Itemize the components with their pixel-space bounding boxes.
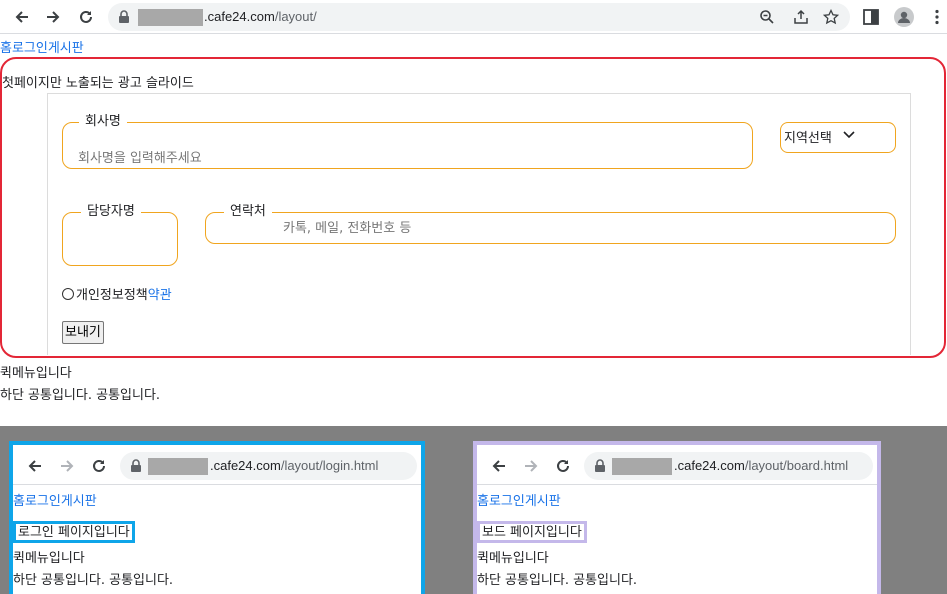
board-page-screenshot: .cafe24.com/layout/board.html 홈로그인게시판 보드… xyxy=(473,441,881,594)
board-url-text: .cafe24.com/layout/board.html xyxy=(674,458,849,473)
manager-name-field[interactable]: 담당자명 xyxy=(62,205,178,266)
star-icon[interactable] xyxy=(823,9,839,25)
nav-links[interactable]: 홈로그인게시판 xyxy=(0,37,84,56)
login-footer: 하단 공통입니다. 공통입니다. xyxy=(13,573,174,588)
address-bar[interactable]: .cafe24.com/layout/ xyxy=(108,3,850,31)
company-name-field[interactable]: 회사명 회사명을 입력해주세요 xyxy=(62,115,753,169)
login-url-text: .cafe24.com/layout/login.html xyxy=(210,458,379,473)
lock-icon xyxy=(595,459,605,472)
contact-legend: 연락처 xyxy=(224,205,272,219)
region-select[interactable]: 지역선택 xyxy=(780,122,896,153)
forward-icon[interactable] xyxy=(521,456,541,476)
reload-icon[interactable] xyxy=(553,456,573,476)
share-icon[interactable] xyxy=(793,9,809,25)
url-text: .cafe24.com/layout/ xyxy=(204,9,317,24)
send-button[interactable]: 보내기 xyxy=(62,321,104,344)
footer: 하단 공통입니다. 공통입니다. xyxy=(0,388,161,403)
quick-menu: 퀵메뉴입니다 xyxy=(0,366,72,381)
board-nav-links[interactable]: 홈로그인게시판 xyxy=(477,490,561,509)
redacted-domain xyxy=(138,9,203,26)
login-quick-menu: 퀵메뉴입니다 xyxy=(13,551,85,566)
back-icon[interactable] xyxy=(10,5,34,29)
contact-field[interactable]: 연락처 카톡, 메일, 전화번호 등 xyxy=(205,205,896,244)
reload-icon[interactable] xyxy=(89,456,109,476)
profile-icon[interactable] xyxy=(894,7,914,27)
back-icon[interactable] xyxy=(25,456,45,476)
browser-toolbar: .cafe24.com/layout/ xyxy=(0,0,947,34)
contact-placeholder: 카톡, 메일, 전화번호 등 xyxy=(283,221,412,236)
sidepanel-icon[interactable] xyxy=(862,8,880,26)
board-footer: 하단 공통입니다. 공통입니다. xyxy=(477,573,638,588)
reload-icon[interactable] xyxy=(74,5,98,29)
login-browser-toolbar: .cafe24.com/layout/login.html xyxy=(13,445,421,485)
board-page-label: 보드 페이지입니다 xyxy=(477,521,587,543)
back-icon[interactable] xyxy=(489,456,509,476)
menu-icon[interactable] xyxy=(928,8,946,26)
region-select-value: 지역선택 xyxy=(784,131,832,146)
redacted-domain xyxy=(148,458,208,475)
forward-icon[interactable] xyxy=(41,5,65,29)
login-page-screenshot: .cafe24.com/layout/login.html 홈로그인게시판 로그… xyxy=(9,441,425,594)
zoom-icon[interactable] xyxy=(759,9,775,25)
lock-icon xyxy=(131,459,141,472)
login-page-label: 로그인 페이지입니다 xyxy=(13,521,135,543)
lock-icon xyxy=(119,10,129,23)
chevron-down-icon xyxy=(843,131,855,139)
privacy-consent: 개인정보정책 약관 xyxy=(62,284,172,303)
board-quick-menu: 퀵메뉴입니다 xyxy=(477,551,549,566)
privacy-terms-link[interactable]: 약관 xyxy=(148,284,172,303)
manager-name-legend: 담당자명 xyxy=(81,205,141,219)
company-name-placeholder: 회사명을 입력해주세요 xyxy=(78,151,202,166)
redacted-domain xyxy=(612,458,672,475)
login-nav-links[interactable]: 홈로그인게시판 xyxy=(13,490,97,509)
board-address-bar[interactable]: .cafe24.com/layout/board.html xyxy=(584,452,873,480)
ad-slide-title: 첫페이지만 노출되는 광고 슬라이드 xyxy=(2,76,194,91)
privacy-radio[interactable] xyxy=(62,287,74,300)
board-browser-toolbar: .cafe24.com/layout/board.html xyxy=(477,445,877,485)
company-name-legend: 회사명 xyxy=(79,115,127,129)
privacy-label: 개인정보정책 xyxy=(76,288,148,303)
forward-icon[interactable] xyxy=(57,456,77,476)
login-address-bar[interactable]: .cafe24.com/layout/login.html xyxy=(120,452,417,480)
